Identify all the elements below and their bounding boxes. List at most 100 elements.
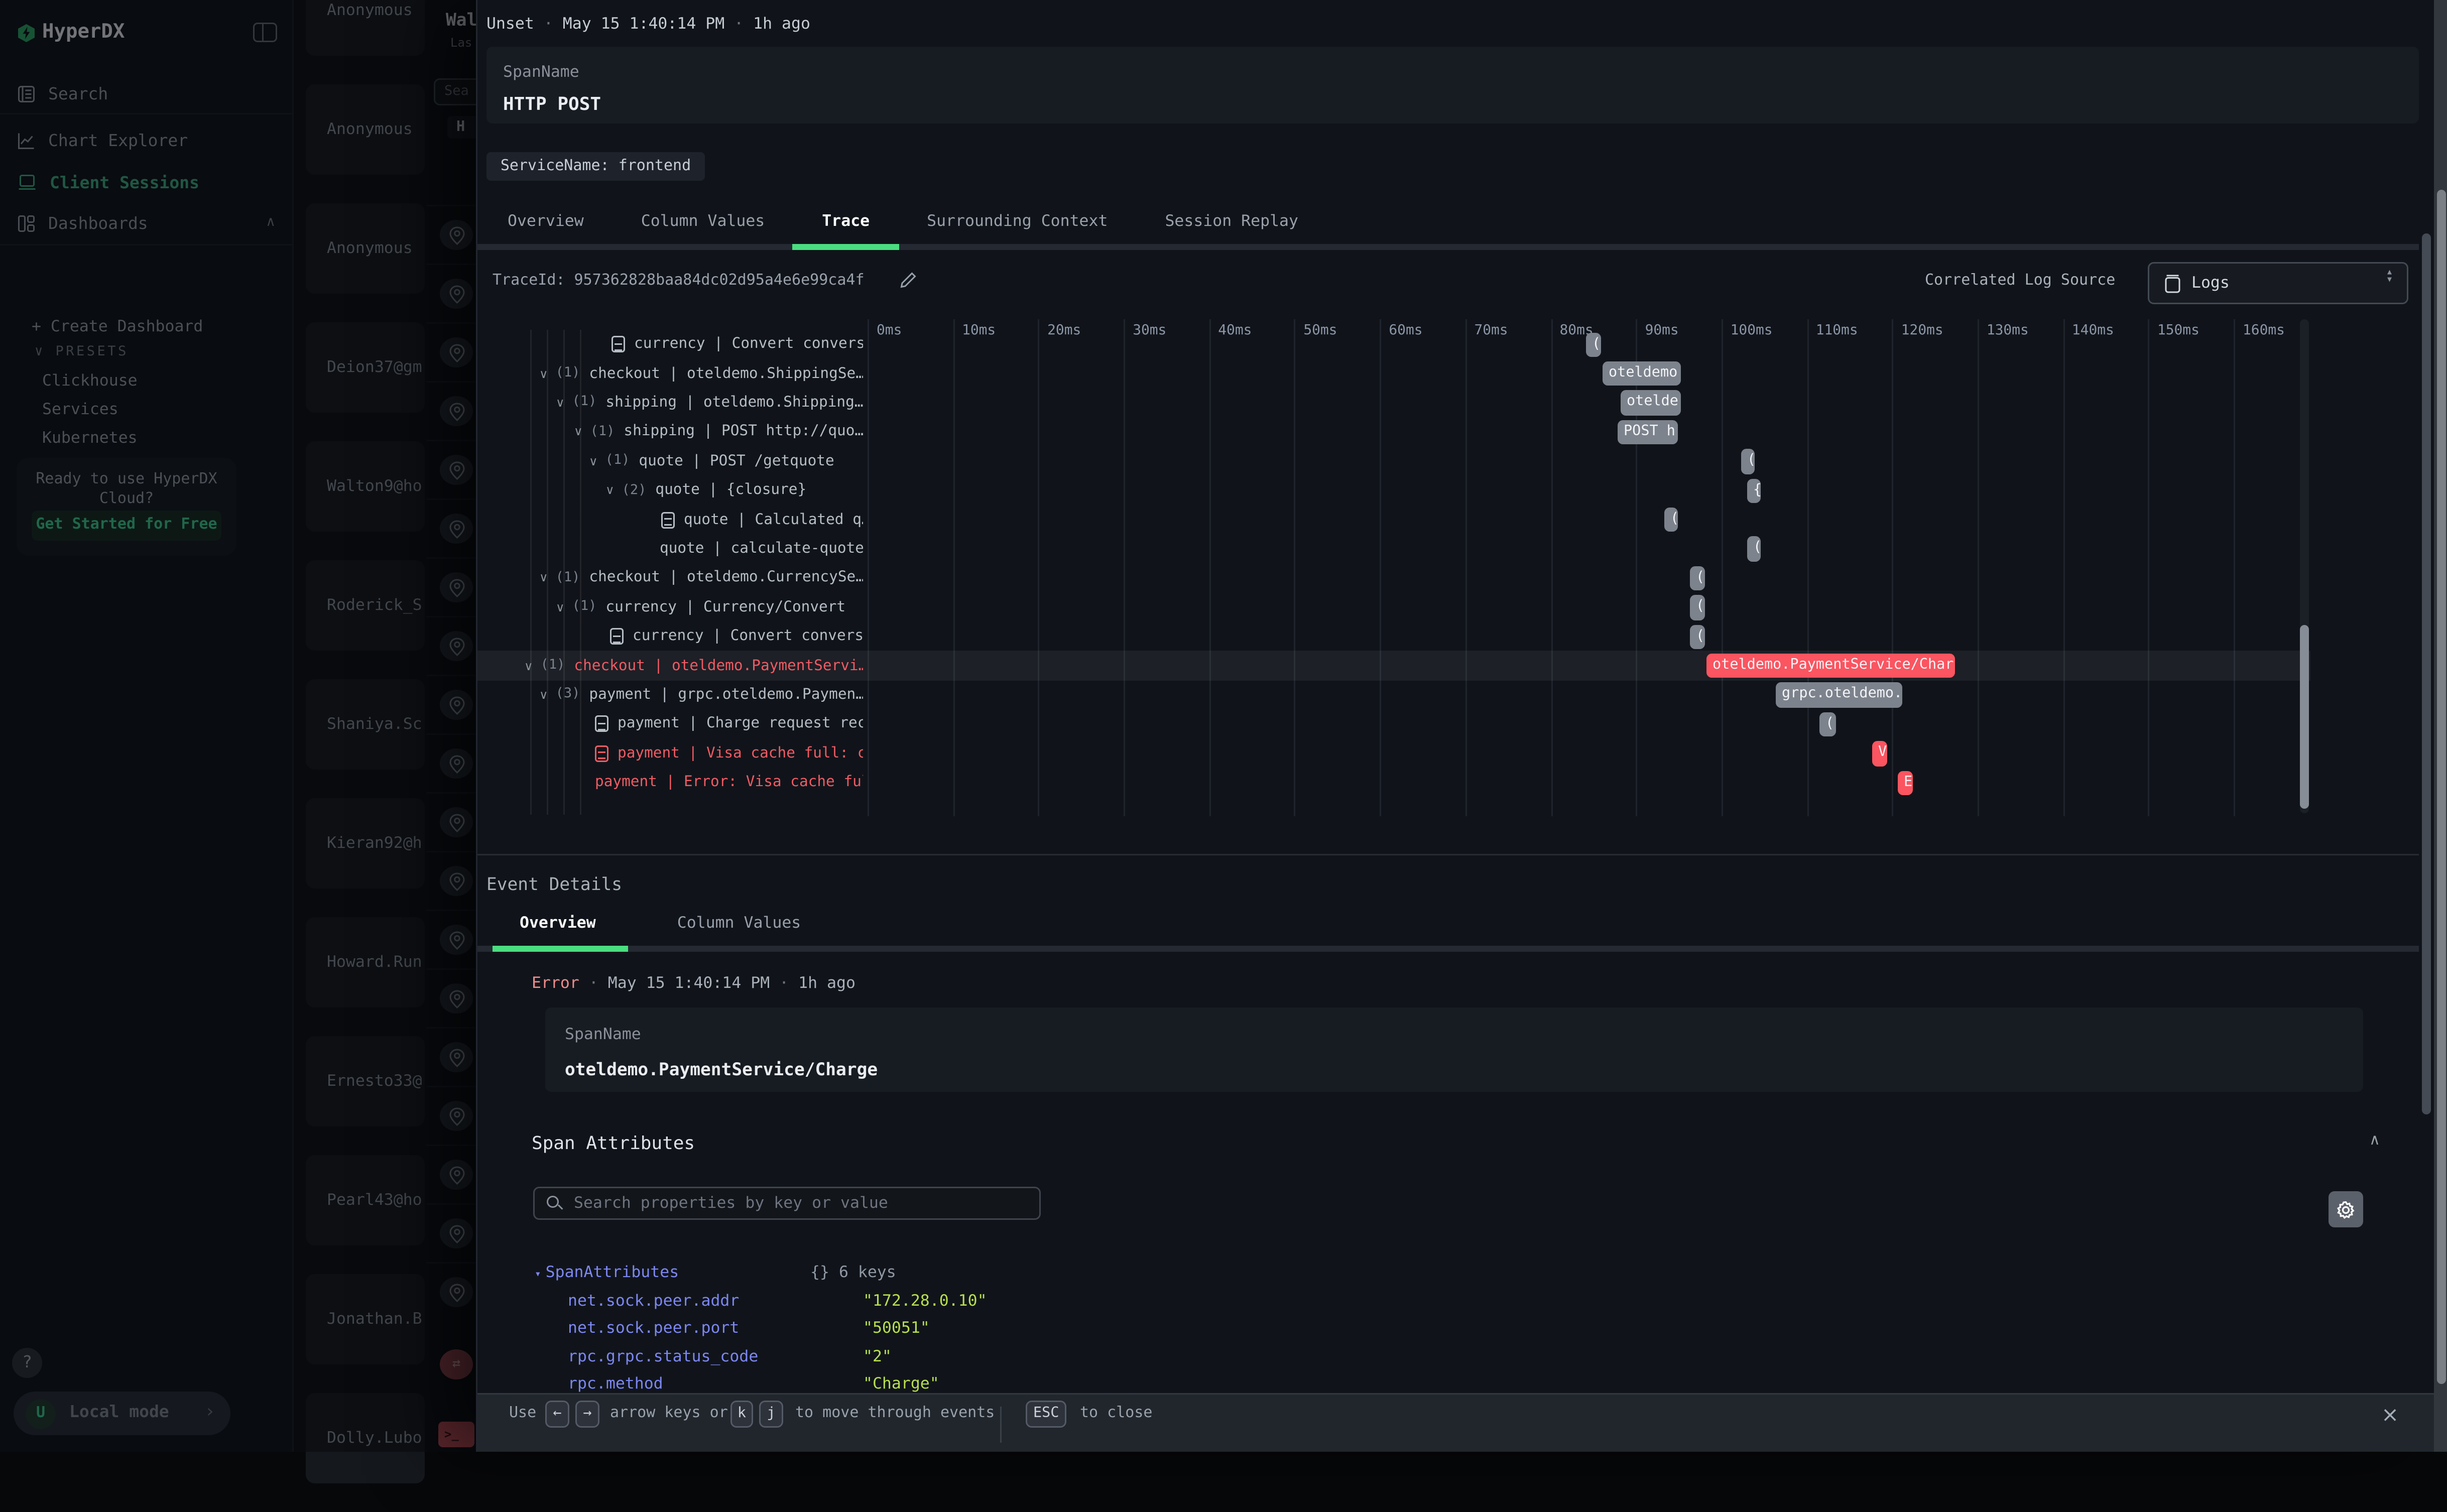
span-row[interactable]: ∨ payment | Error: Visa cache ful… E [477,768,2310,797]
event-row[interactable] [426,1145,476,1203]
expand-caret-icon[interactable]: ∨ [556,600,565,614]
attribute-key[interactable]: rpc.grpc.status_code [568,1348,758,1366]
span-bar[interactable]: ( [1690,566,1705,591]
expand-caret-icon[interactable]: ∨ [539,571,548,585]
preset-kubernetes[interactable]: Kubernetes [42,429,138,447]
navigation-event-icon[interactable]: ⇄ [440,1349,473,1379]
modal-scrollbar-thumb[interactable] [2437,190,2446,1384]
sidebar-item-search[interactable]: Search [0,77,294,110]
log-source-select[interactable]: Logs ▲▼ [2148,262,2408,304]
attribute-key[interactable]: net.sock.peer.addr [568,1292,739,1310]
span-row[interactable]: ∨ (1) checkout | oteldemo.CurrencySe… ( [477,564,2310,593]
sidebar-collapse-icon[interactable] [253,23,277,42]
span-bar[interactable]: V [1872,741,1887,766]
sidebar-item-chart-explorer[interactable]: Chart Explorer [0,123,294,157]
location-pin-icon[interactable] [440,983,473,1014]
span-row[interactable]: ∨ (1) checkout | oteldemo.ShippingSe… ot… [477,359,2310,388]
event-row[interactable] [426,1086,476,1145]
modal-tab[interactable]: Overview [493,206,599,239]
session-card[interactable]: Deion37@gm [306,322,425,413]
sidebar-item-dashboards[interactable]: Dashboards ∧ [0,206,294,239]
span-row[interactable]: ∨ quote | calculate-quote ( [477,534,2310,563]
attribute-row[interactable]: rpc.method "Charge" [568,1375,663,1393]
span-bar[interactable]: ( [1690,595,1705,620]
edit-pencil-icon[interactable] [899,271,917,289]
location-pin-icon[interactable] [440,337,473,367]
event-row[interactable] [426,910,476,968]
location-pin-icon[interactable] [440,748,473,779]
location-pin-icon[interactable] [440,690,473,720]
location-pin-icon[interactable] [440,396,473,426]
waterfall-scrollbar-thumb[interactable] [2300,625,2309,809]
span-row[interactable]: ∨ payment | Visa cache full: c… V [477,739,2310,768]
preset-clickhouse[interactable]: Clickhouse [42,372,138,390]
span-row[interactable]: ∨ currency | Convert convers… ( [477,330,2310,359]
expand-caret-icon[interactable]: ∨ [539,688,548,702]
local-mode-button[interactable]: U Local mode › [14,1392,230,1435]
session-card[interactable]: Dolly.Lubo [306,1393,425,1483]
get-started-button[interactable]: Get Started for Free [32,511,221,541]
underlay-search-input[interactable]: Sea [434,78,476,105]
session-card[interactable]: Howard.Run [306,917,425,1007]
event-row[interactable] [426,498,476,557]
session-card[interactable]: Shaniya.Sc [306,679,425,770]
expand-caret-icon[interactable]: ∨ [556,396,565,410]
session-card[interactable]: Anonymous [306,203,425,294]
session-card[interactable]: Kieran92@h [306,798,425,889]
session-card[interactable]: Walton9@ho [306,441,425,532]
service-name-chip[interactable]: ServiceName: frontend [486,152,705,181]
event-row[interactable] [426,1203,476,1262]
event-row[interactable] [426,1027,476,1086]
modal-tab[interactable]: Column Values [626,206,780,239]
session-card[interactable]: Roderick_S [306,560,425,651]
span-bar[interactable]: POST h [1618,420,1678,445]
span-row[interactable]: ∨ (1) shipping | POST http://quo… POST h [477,418,2310,447]
attribute-row[interactable]: net.sock.peer.addr "172.28.0.10" [568,1292,739,1310]
span-row[interactable]: ∨ (2) quote | {closure} { [477,476,2310,505]
event-row[interactable] [426,264,476,322]
underlay-tab-button[interactable]: H [447,116,476,139]
span-bar[interactable]: ( [1664,508,1678,533]
expand-caret-icon[interactable]: ∨ [539,367,548,381]
attributes-settings-button[interactable] [2329,1191,2363,1227]
attribute-key[interactable]: net.sock.peer.port [568,1319,739,1337]
expand-caret-icon[interactable]: ∨ [605,484,615,497]
location-pin-icon[interactable] [440,279,473,309]
attributes-root-row[interactable]: ▾SpanAttributes {} 6 keys [535,1264,679,1282]
help-button[interactable]: ? [12,1348,42,1378]
attribute-key[interactable]: rpc.method [568,1375,663,1393]
location-pin-icon[interactable] [440,807,473,837]
sidebar-item-client-sessions[interactable]: Client Sessions [0,166,294,199]
span-bar[interactable]: ( [1819,712,1836,737]
collapse-chevron-icon[interactable]: ∧ [2369,1132,2380,1149]
event-row[interactable] [426,381,476,440]
preset-services[interactable]: Services [42,401,118,419]
content-scrollbar-thumb[interactable] [2422,233,2431,1114]
event-row[interactable] [426,675,476,733]
modal-tab[interactable]: Session Replay [1150,206,1313,239]
location-pin-icon[interactable] [440,572,473,602]
event-row[interactable] [426,968,476,1027]
location-pin-icon[interactable] [440,514,473,544]
event-row[interactable] [426,322,476,381]
event-row[interactable] [426,616,476,675]
span-row[interactable]: ∨ quote | Calculated q… ( [477,505,2310,534]
location-pin-icon[interactable] [440,1160,473,1190]
location-pin-icon[interactable] [440,925,473,955]
span-row[interactable]: ∨ (1) checkout | oteldemo.PaymentServi… … [477,651,2310,680]
location-pin-icon[interactable] [440,866,473,896]
event-details-tab[interactable]: Column Values [650,908,828,941]
attribute-row[interactable]: net.sock.peer.port "50051" [568,1319,739,1337]
session-card[interactable]: Jonathan.B [306,1274,425,1364]
event-row[interactable] [426,440,476,498]
span-bar[interactable]: otelder [1621,391,1681,416]
expand-caret-icon[interactable]: ∨ [574,425,583,439]
span-bar[interactable]: { [1747,478,1761,503]
location-pin-icon[interactable] [440,1218,473,1248]
session-card[interactable]: Anonymous [306,84,425,175]
presets-toggle[interactable]: ∨ PRESETS [35,345,129,360]
span-bar[interactable]: ( [1741,449,1755,474]
expand-caret-icon[interactable]: ∨ [589,454,598,468]
span-bar[interactable]: oteldemo.PaymentService/Char [1706,654,1955,679]
location-pin-icon[interactable] [440,1042,473,1072]
